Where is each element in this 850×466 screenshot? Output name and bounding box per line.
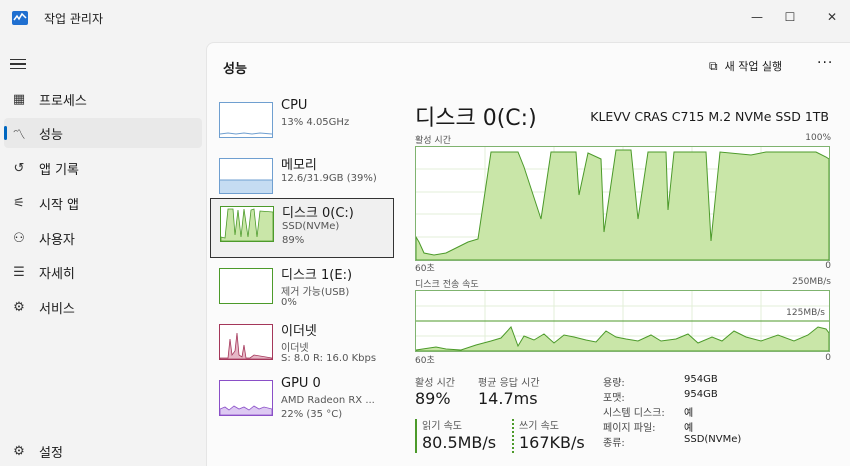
disk1-thumbnail-graph: [219, 268, 273, 304]
sidebar-item-details[interactable]: ☰ 자세히: [4, 257, 202, 287]
task-manager-icon: [12, 11, 28, 25]
gpu-thumbnail-graph: [219, 380, 273, 416]
detail-title: 디스크 0(C:): [415, 106, 537, 131]
write-speed-label: 쓰기 속도: [519, 421, 559, 432]
performance-icon: 〽: [12, 127, 26, 143]
active-time-graph: [415, 146, 830, 261]
transfer-rate-axis-right: 0: [825, 353, 831, 363]
sidebar-item-label: 앱 기록: [39, 162, 80, 178]
sidebar-item-label: 프로세스: [39, 93, 87, 109]
device-sub: 제거 가능(USB): [281, 287, 350, 298]
prop-value: 예: [684, 423, 694, 434]
window-title: 작업 관리자: [44, 12, 104, 26]
device-item-gpu0[interactable]: GPU 0 AMD Radeon RX ... 22% (35 °C): [210, 373, 392, 429]
device-sub: 13% 4.05GHz: [281, 117, 350, 128]
disk-model: KLEVV CRAS C715 M.2 NVMe SSD 1TB: [590, 109, 829, 124]
run-new-task-button[interactable]: ⧉ 새 작업 실행: [709, 55, 782, 77]
settings-icon: ⚙: [13, 443, 25, 459]
hamburger-menu-icon[interactable]: [10, 56, 26, 70]
device-item-cpu[interactable]: CPU 13% 4.05GHz: [210, 95, 392, 151]
device-item-ethernet[interactable]: 이더넷 이더넷 S: 8.0 R: 16.0 Kbps: [210, 317, 392, 373]
transfer-rate-graph: [415, 290, 830, 352]
prop-value: 954GB: [684, 389, 718, 400]
device-sub: 이더넷: [281, 343, 309, 354]
device-item-disk0[interactable]: 디스크 0(C:) SSD(NVMe) 89%: [210, 198, 394, 258]
read-speed-indicator: [415, 419, 417, 453]
prop-value: SSD(NVMe): [684, 434, 742, 445]
sidebar-item-label: 시작 앱: [39, 197, 80, 213]
active-time-stat-value: 89%: [415, 389, 451, 408]
ethernet-thumbnail-graph: [219, 324, 273, 360]
read-speed-value: 80.5MB/s: [422, 433, 497, 452]
prop-key: 용량:: [603, 378, 625, 389]
active-time-axis-left: 60초: [415, 264, 435, 274]
response-time-label: 평균 응답 시간: [478, 378, 540, 389]
title-bar: 작업 관리자 — ☐ ✕: [0, 0, 850, 38]
active-time-graph-label: 활성 시간: [415, 136, 451, 146]
device-name: 이더넷: [281, 324, 317, 339]
device-name: CPU: [281, 98, 308, 113]
maximize-button[interactable]: ☐: [770, 4, 810, 30]
sidebar-item-label: 사용자: [39, 232, 75, 248]
active-time-area: [416, 149, 829, 260]
device-name: 디스크 0(C:): [282, 206, 354, 221]
sidebar-item-startup[interactable]: ⚟ 시작 앱: [4, 188, 202, 218]
device-sub: S: 8.0 R: 16.0 Kbps: [281, 353, 377, 364]
response-time-value: 14.7ms: [478, 389, 538, 408]
page-title: 성능: [223, 62, 247, 77]
device-sub: 0%: [281, 297, 297, 308]
sidebar-item-users[interactable]: ⚇ 사용자: [4, 223, 202, 253]
memory-thumbnail-graph: [219, 158, 273, 194]
sidebar-item-label: 자세히: [39, 266, 75, 282]
device-sub: 89%: [282, 235, 305, 246]
write-speed-indicator: [512, 419, 514, 453]
main-panel: 성능 ⧉ 새 작업 실행 ··· CPU 13% 4.05GHz 메모리 12.…: [206, 42, 850, 466]
active-time-max-label: 100%: [805, 133, 831, 143]
device-item-disk1[interactable]: 디스크 1(E:) 제거 가능(USB) 0%: [210, 261, 392, 317]
prop-key: 포맷:: [603, 393, 625, 404]
device-name: 디스크 1(E:): [281, 268, 353, 283]
more-options-button[interactable]: ···: [817, 55, 833, 71]
history-icon: ↺: [13, 160, 25, 176]
new-task-icon: ⧉: [709, 58, 718, 73]
transfer-rate-mid-label: 125MB/s: [786, 308, 825, 318]
read-speed-label: 읽기 속도: [422, 421, 462, 432]
prop-value: 예: [684, 408, 694, 419]
active-time-axis-right: 0: [825, 261, 831, 271]
services-icon: ⚙: [13, 299, 25, 315]
users-icon: ⚇: [13, 230, 25, 246]
sidebar-item-label: 서비스: [39, 301, 75, 317]
prop-key: 종류:: [603, 438, 625, 449]
sidebar-item-app-history[interactable]: ↺ 앱 기록: [4, 153, 202, 183]
sidebar-item-label: 성능: [39, 127, 63, 143]
close-button[interactable]: ✕: [812, 4, 850, 30]
prop-key: 페이지 파일:: [603, 423, 656, 434]
run-new-task-label: 새 작업 실행: [724, 60, 783, 73]
device-sub: AMD Radeon RX ...: [281, 395, 375, 406]
transfer-rate-graph-label: 디스크 전송 속도: [415, 280, 479, 290]
prop-value: 954GB: [684, 374, 718, 385]
cpu-thumbnail-graph: [219, 102, 273, 138]
sidebar-item-processes[interactable]: ▦ 프로세스: [4, 84, 202, 114]
device-sub: 12.6/31.9GB (39%): [281, 173, 377, 184]
sidebar-item-services[interactable]: ⚙ 서비스: [4, 292, 202, 322]
processes-icon: ▦: [12, 91, 26, 107]
details-icon: ☰: [13, 264, 25, 280]
disk0-thumbnail-graph: [220, 206, 274, 242]
sidebar-item-settings[interactable]: ⚙ 설정: [4, 436, 202, 466]
write-speed-value: 167KB/s: [519, 433, 585, 452]
device-sub: SSD(NVMe): [282, 221, 340, 232]
sidebar-item-label: 설정: [39, 445, 63, 461]
device-sub: 22% (35 °C): [281, 409, 343, 420]
startup-icon: ⚟: [13, 195, 25, 211]
sidebar-item-performance[interactable]: 〽 성능: [4, 118, 202, 148]
prop-key: 시스템 디스크:: [603, 408, 665, 419]
device-name: GPU 0: [281, 376, 321, 391]
transfer-rate-max-label: 250MB/s: [792, 277, 831, 287]
transfer-rate-axis-left: 60초: [415, 356, 435, 366]
device-name: 메모리: [281, 158, 317, 173]
active-indicator: [4, 126, 7, 140]
active-time-stat-label: 활성 시간: [415, 378, 455, 389]
